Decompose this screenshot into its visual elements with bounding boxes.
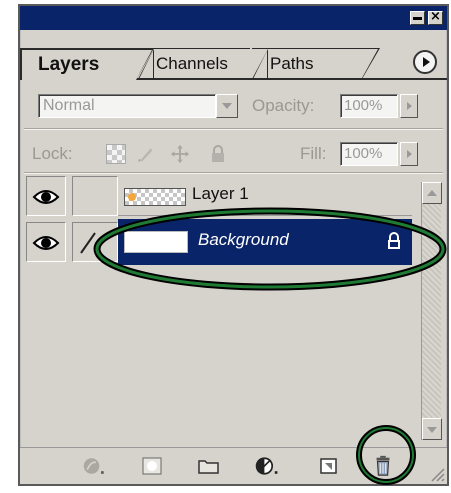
scroll-up-button[interactable] bbox=[422, 182, 442, 204]
folder-icon[interactable] bbox=[196, 454, 222, 478]
layer-name: Background bbox=[198, 230, 289, 249]
paintbrush-icon bbox=[80, 232, 96, 254]
fill-slider-button[interactable] bbox=[400, 142, 418, 166]
divider bbox=[24, 172, 443, 174]
palette-menu-button[interactable] bbox=[413, 50, 437, 74]
minimize-button[interactable] bbox=[410, 11, 425, 25]
lock-image-brush-icon[interactable] bbox=[136, 144, 156, 164]
layer-thumbnail bbox=[124, 188, 186, 206]
layers-scrollbar[interactable] bbox=[421, 182, 442, 440]
opacity-label: Opacity: bbox=[252, 96, 315, 115]
trash-icon[interactable] bbox=[370, 454, 396, 478]
tab-paths-label: Paths bbox=[270, 54, 314, 73]
lock-transparency-icon[interactable] bbox=[106, 144, 126, 164]
tab-paths[interactable]: Paths bbox=[252, 48, 380, 79]
blend-mode-select[interactable]: Normal bbox=[38, 94, 216, 118]
layer-row-selected[interactable]: Background bbox=[118, 219, 412, 265]
tab-layers-label: Layers bbox=[38, 54, 100, 75]
lock-label: Lock: bbox=[32, 144, 73, 163]
adjustment-layer-icon[interactable] bbox=[254, 454, 280, 478]
tab-layers[interactable]: Layers bbox=[20, 48, 154, 80]
layer-visibility-toggle[interactable] bbox=[26, 176, 66, 216]
eye-icon bbox=[32, 190, 60, 204]
resize-grip-icon[interactable] bbox=[427, 464, 445, 482]
tab-channels-label: Channels bbox=[156, 54, 228, 73]
layer-visibility-toggle[interactable] bbox=[26, 222, 66, 262]
layer-row[interactable]: Layer 1 bbox=[118, 176, 412, 216]
divider bbox=[24, 128, 443, 130]
layer-link-cell[interactable] bbox=[72, 176, 118, 216]
opacity-slider-button[interactable] bbox=[400, 94, 418, 118]
lock-icon bbox=[388, 232, 400, 249]
fill-input[interactable]: 100% bbox=[340, 142, 398, 166]
layer-thumbnail bbox=[124, 231, 188, 253]
palette-bottom-bar bbox=[20, 447, 447, 484]
lock-all-icon[interactable] bbox=[208, 144, 228, 164]
layer-name: Layer 1 bbox=[192, 184, 249, 203]
tab-channels[interactable]: Channels bbox=[138, 48, 250, 79]
new-layer-icon[interactable] bbox=[316, 454, 342, 478]
chevron-down-icon[interactable] bbox=[216, 94, 238, 118]
lock-position-move-icon[interactable] bbox=[170, 144, 190, 164]
layers-palette: × Paths Channels Layers Normal Opacity: … bbox=[18, 4, 449, 486]
layer-link-cell[interactable] bbox=[72, 222, 118, 262]
layer-mask-icon[interactable] bbox=[140, 454, 166, 478]
close-button[interactable]: × bbox=[428, 9, 443, 25]
title-bar[interactable]: × bbox=[20, 6, 447, 30]
close-icon: × bbox=[430, 9, 441, 24]
fill-label: Fill: bbox=[300, 144, 327, 163]
opacity-input[interactable]: 100% bbox=[340, 94, 398, 118]
scroll-down-button[interactable] bbox=[422, 418, 442, 440]
layers-list: Layer 1 Background bbox=[20, 176, 447, 446]
eye-icon bbox=[32, 236, 60, 250]
layer-style-icon[interactable] bbox=[82, 454, 108, 478]
